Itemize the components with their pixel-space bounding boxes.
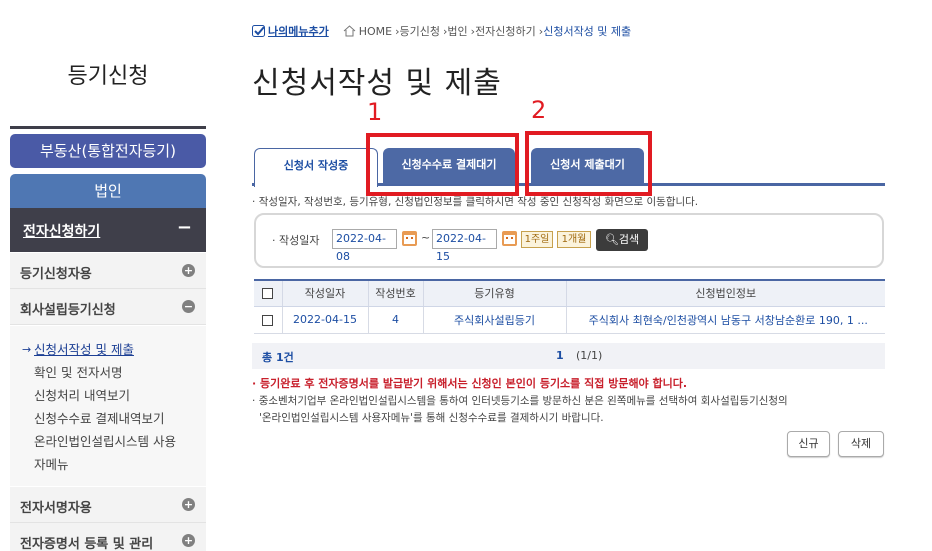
- sidebar: 등기신청 부동산(통합전자등기) 법인 전자신청하기 − 등기신청자용 + 회사…: [10, 0, 206, 551]
- submenu-item-write-submit[interactable]: → 신청서작성 및 제출: [22, 338, 206, 361]
- page-title: 신청서작성 및 제출: [252, 66, 502, 101]
- annotation-box: [366, 133, 519, 196]
- annotation-box: [525, 131, 652, 196]
- warning-text: · 등기완료 후 전자증명서를 발급받기 위해서는 신청인 본인이 등기소를 직…: [252, 377, 688, 390]
- breadcrumb-current: 신청서작성 및 제출: [543, 25, 632, 38]
- total-count: 총 1건: [262, 351, 294, 364]
- date-separator: ~: [421, 231, 431, 244]
- check-icon: [252, 24, 265, 37]
- sidebar-item-applicant[interactable]: 등기신청자용 +: [10, 253, 206, 289]
- sidebar-item-label: 전자서명자용: [20, 501, 92, 516]
- select-all-checkbox[interactable]: [262, 288, 274, 300]
- annotation-number: 1: [367, 98, 383, 126]
- annotation-number: 2: [531, 96, 547, 124]
- info-note: · 작성일자, 작성번호, 등기유형, 신청법인정보를 클릭하시면 작성 중인 …: [252, 196, 699, 208]
- sidebar-divider: [10, 126, 206, 129]
- collapse-icon[interactable]: −: [177, 217, 192, 238]
- arrow-right-icon: →: [22, 343, 32, 356]
- pagination: 총 1건 1 (1/1): [252, 343, 885, 369]
- main-content: 나의메뉴추가 HOME › 등기신청 › 법인 › 전자신청하기 › 신청서작성 및 제…: [252, 0, 892, 551]
- sidebar-item-certificate[interactable]: 전자증명서 등록 및 관리 +: [10, 523, 206, 551]
- search-button[interactable]: 🔍︎검색: [596, 229, 648, 251]
- sidebar-item-label: 전자증명서 등록 및 관리: [20, 537, 154, 551]
- sidebar-item-label: 전자신청하기: [23, 224, 101, 240]
- breadcrumb-item[interactable]: 등기신청: [400, 23, 440, 39]
- sidebar-item-signer[interactable]: 전자서명자용 +: [10, 487, 206, 523]
- calendar-icon[interactable]: [502, 231, 517, 246]
- breadcrumb-item[interactable]: 전자신청하기: [475, 23, 536, 39]
- bottom-note: · 중소벤처기업부 온라인법인설립시스템을 통하여 인터넷등기소를 방문하신 분…: [252, 395, 788, 424]
- cell-date[interactable]: 2022-04-15: [282, 306, 369, 334]
- expand-icon[interactable]: +: [182, 498, 195, 511]
- submenu-item-history[interactable]: 신청처리 내역보기: [24, 384, 206, 407]
- page-number[interactable]: 1: [556, 349, 564, 362]
- one-week-button[interactable]: 1주일: [521, 231, 553, 248]
- sidebar-item-label: 등기신청자용: [20, 267, 92, 282]
- sidebar-item-e-application[interactable]: 전자신청하기 −: [10, 208, 206, 252]
- table-row[interactable]: 2022-04-15 4 주식회사설립등기 주식회사 최현숙/인천광역시 남동구…: [254, 306, 885, 334]
- submenu-item-confirm-sign[interactable]: 확인 및 전자서명: [24, 361, 206, 384]
- new-button[interactable]: 신규: [787, 431, 830, 457]
- collapse-icon[interactable]: −: [182, 300, 195, 313]
- column-header[interactable]: 작성번호: [368, 279, 424, 307]
- cell-type[interactable]: 주식회사설립등기: [423, 306, 567, 334]
- delete-button[interactable]: 삭제: [838, 431, 884, 457]
- sidebar-item-company-registration[interactable]: 회사설립등기신청 −: [10, 289, 206, 325]
- submenu-item-fee-history[interactable]: 신청수수료 결제내역보기: [24, 407, 206, 430]
- column-header[interactable]: 등기유형: [423, 279, 567, 307]
- date-label: · 작성일자: [272, 234, 320, 247]
- sidebar-title: 등기신청: [67, 64, 149, 89]
- submenu-item-online-system-cont[interactable]: 자메뉴: [24, 453, 206, 476]
- submenu-item-online-system[interactable]: 온라인법인설립시스템 사용: [24, 430, 206, 453]
- breadcrumb: 나의메뉴추가 HOME › 등기신청 › 법인 › 전자신청하기 › 신청서작성 및 제…: [252, 22, 631, 40]
- breadcrumb-item[interactable]: 법인: [447, 23, 467, 39]
- corporation-button[interactable]: 법인: [10, 174, 206, 208]
- one-month-button[interactable]: 1개월: [557, 231, 591, 248]
- date-from-input[interactable]: 2022-04-08: [332, 229, 397, 263]
- expand-icon[interactable]: +: [182, 534, 195, 547]
- date-to-input[interactable]: 2022-04-15: [432, 229, 497, 263]
- breadcrumb-home[interactable]: HOME: [359, 25, 392, 38]
- application-table: 작성일자 작성번호 등기유형 신청법인정보 2022-04-15 4 주식회사설…: [254, 279, 885, 334]
- realestate-button[interactable]: 부동산(통합전자등기): [10, 134, 206, 168]
- cell-corp-info[interactable]: 주식회사 최현숙/인천광역시 남동구 서창남순환로 190, 1 ...: [566, 306, 885, 334]
- add-my-menu-link[interactable]: 나의메뉴추가: [268, 23, 329, 39]
- cell-number[interactable]: 4: [368, 306, 424, 334]
- search-panel: · 작성일자 2022-04-08 ~ 2022-04-15 1주일 1개월 🔍…: [254, 213, 884, 268]
- sidebar-item-label: 회사설립등기신청: [20, 303, 116, 318]
- page-of: (1/1): [576, 349, 603, 362]
- tab-writing[interactable]: 신청서 작성중: [254, 148, 378, 187]
- column-header[interactable]: 신청법인정보: [566, 279, 885, 307]
- sidebar-submenu: → 신청서작성 및 제출 확인 및 전자서명 신청처리 내역보기 신청수수료 결…: [10, 326, 206, 486]
- expand-icon[interactable]: +: [182, 264, 195, 277]
- search-icon: 🔍︎: [604, 233, 619, 246]
- calendar-icon[interactable]: [402, 231, 417, 246]
- row-checkbox[interactable]: [262, 314, 274, 326]
- home-icon: [343, 25, 356, 37]
- column-header[interactable]: 작성일자: [282, 279, 369, 307]
